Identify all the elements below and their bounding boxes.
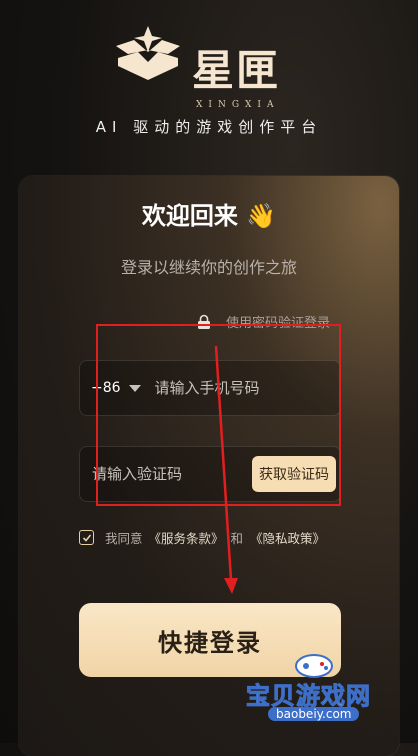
annotation-arrow — [214, 345, 238, 594]
watermark-text: 宝贝游戏网 — [246, 682, 371, 711]
watermark-url: baobeiy.com — [268, 707, 360, 721]
